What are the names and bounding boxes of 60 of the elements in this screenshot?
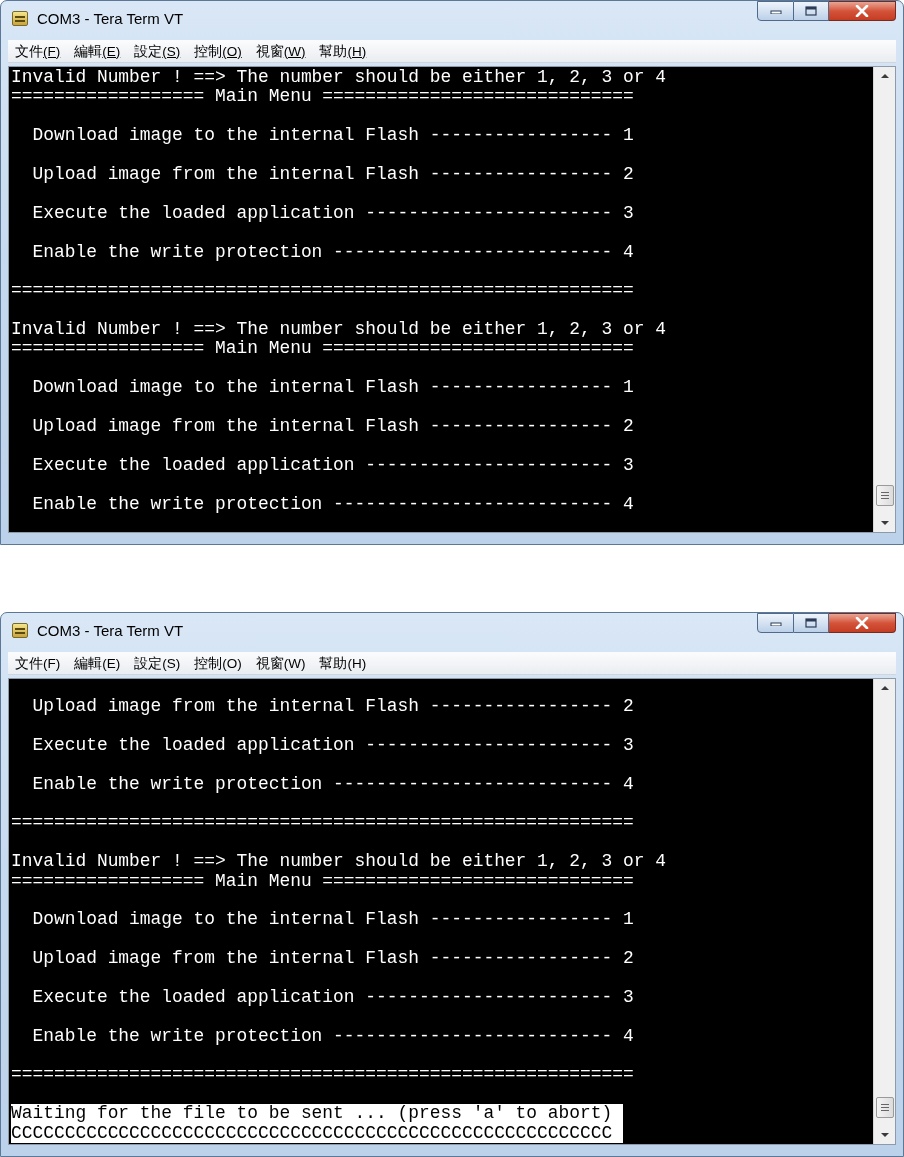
minimize-button[interactable] (757, 613, 794, 633)
terminal-line: Enable the write protection -------------------------- 4 (31, 242, 634, 262)
menu-item[interactable]: 文件(F) (8, 651, 68, 675)
scroll-down-arrow-icon (880, 1133, 889, 1137)
terminal-line: ========================================================== (11, 813, 634, 833)
terminal-line: Execute the loaded application ----------------------- 3 (31, 455, 634, 476)
terminal-line: Download image to the internal Flash ----------------- 1 (31, 126, 634, 146)
maximize-icon (805, 618, 817, 628)
terminal-line: Invalid Number ! ==> The number should be either 1, 2, 3 or 4 (11, 852, 666, 872)
menu-item[interactable]: 設定(S) (127, 39, 188, 63)
maximize-button[interactable] (794, 1, 829, 21)
terminal-line: ================== Main Menu ============================= (11, 339, 634, 359)
scrollbar[interactable] (873, 67, 895, 532)
menu-item[interactable]: 文件(F) (8, 39, 68, 63)
menu-item[interactable]: 幫助(H) (312, 651, 374, 675)
scroll-thumb[interactable] (875, 1097, 894, 1118)
terminal-line: Upload image from the internal Flash ----------------- 2 (31, 949, 634, 969)
terminal-line: Upload image from the internal Flash ----------------- 2 (31, 417, 634, 437)
app-icon (12, 623, 28, 638)
terminal-line: Enable the write protection -------------------------- 4 (31, 774, 634, 794)
terminal-line: Enable the write protection -------------------------- 4 (31, 1026, 634, 1047)
menu-item[interactable]: 設定(S) (127, 651, 188, 675)
window-title: COM3 - Tera Term VT (37, 10, 184, 28)
scroll-down-arrow-icon (880, 521, 889, 525)
scrollbar[interactable] (873, 679, 895, 1144)
scroll-up-arrow-icon (880, 74, 889, 78)
scroll-thumb[interactable] (875, 485, 894, 506)
menu-item[interactable]: 幫助(H) (312, 39, 374, 63)
menu-item[interactable]: 控制(O) (187, 39, 249, 63)
menu-item[interactable]: 編輯(E) (67, 39, 128, 63)
menu-item[interactable]: 視窗(W) (248, 651, 313, 675)
terminal-line: Download image to the internal Flash ----------------- 1 (31, 910, 634, 930)
terminal-line: Execute the loaded application ----------------------- 3 (31, 203, 634, 224)
app-icon (12, 11, 28, 26)
minimize-button[interactable] (757, 1, 794, 21)
terminal-line: Upload image from the internal Flash ----------------- 2 (31, 164, 634, 185)
menu-item[interactable]: 控制(O) (187, 651, 249, 675)
terminal-line: Invalid Number ! ==> The number should be either 1, 2, 3 or 4 (11, 68, 666, 88)
terminal-line: Invalid Number ! ==> The number should be either 1, 2, 3 or 4 (11, 320, 666, 340)
terminal-line: Execute the loaded application ----------------------- 3 (31, 987, 634, 1008)
menu-item[interactable]: 視窗(W) (248, 39, 313, 63)
minimize-icon (769, 620, 782, 626)
scroll-up-arrow-icon (880, 686, 889, 690)
close-icon (855, 5, 869, 17)
terminal-line: Enable the write protection -------------------------- 4 (31, 494, 634, 514)
close-icon (855, 617, 869, 629)
terminal-line: ================== Main Menu ============================= (11, 871, 634, 891)
terminal-line: ================== Main Menu ============================= (11, 87, 634, 107)
close-button[interactable] (829, 613, 896, 633)
close-button[interactable] (829, 1, 896, 21)
maximize-icon (805, 6, 817, 16)
minimize-icon (769, 8, 782, 14)
menu-item[interactable]: 編輯(E) (67, 651, 128, 675)
terminal-line: Execute the loaded application ----------------------- 3 (31, 735, 634, 756)
terminal-line: ========================================================== (11, 1065, 634, 1085)
terminal-line: Upload image from the internal Flash ----------------- 2 (31, 697, 634, 717)
maximize-button[interactable] (794, 613, 829, 633)
terminal-line: ========================================================== (11, 281, 634, 301)
window-title: COM3 - Tera Term VT (37, 622, 184, 640)
terminal-line: Download image to the internal Flash ----------------- 1 (31, 378, 634, 398)
